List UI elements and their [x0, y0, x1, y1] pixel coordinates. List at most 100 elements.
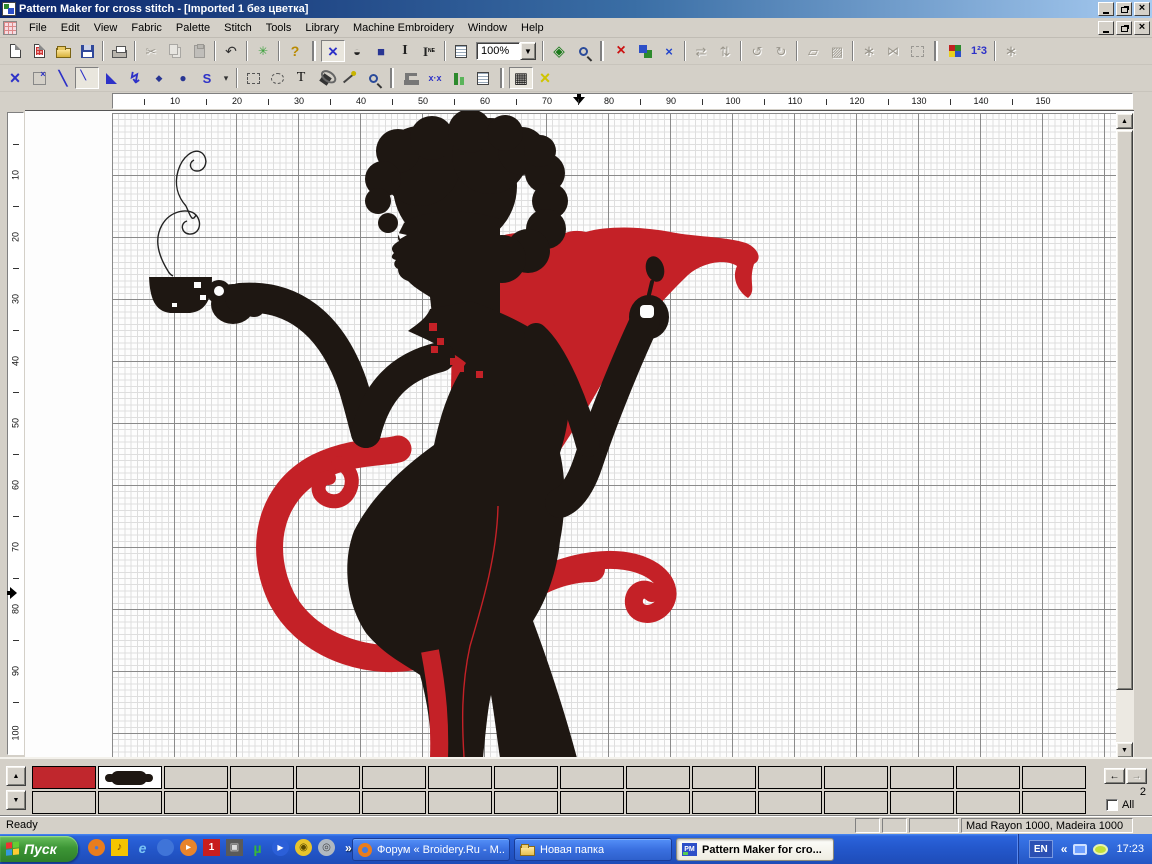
select-rectangle-button[interactable]: [241, 67, 265, 89]
palette-cell-empty[interactable]: [362, 766, 426, 789]
doc-restore-button[interactable]: [1116, 21, 1132, 35]
palette-cell-empty[interactable]: [494, 766, 558, 789]
vertical-scrollbar[interactable]: ▲ ▼: [1116, 113, 1134, 757]
menu-view[interactable]: View: [87, 20, 125, 36]
copy-button[interactable]: [163, 40, 187, 62]
symbol-numbers-button[interactable]: 1²3: [967, 40, 991, 62]
crossed-needles-button[interactable]: ×: [533, 67, 557, 89]
flip-horizontal-button[interactable]: ⇄: [689, 40, 713, 62]
fit-to-window-button[interactable]: ◈: [547, 40, 571, 62]
stitch-coordinates-button[interactable]: x·x: [423, 67, 447, 89]
firefox-icon[interactable]: ●: [88, 839, 105, 856]
import-image-button[interactable]: [27, 40, 51, 62]
remove-color-button[interactable]: ×: [657, 40, 681, 62]
palette-cell-empty[interactable]: [890, 791, 954, 814]
open-button[interactable]: [51, 40, 75, 62]
palette-cell-empty[interactable]: [692, 766, 756, 789]
palette-cell-empty[interactable]: [494, 791, 558, 814]
eraser-tool-button[interactable]: ∗: [857, 40, 881, 62]
palette-cell-empty[interactable]: [98, 791, 162, 814]
scroll-down-button[interactable]: ▼: [1116, 742, 1133, 757]
winamp-icon[interactable]: ♪: [111, 839, 128, 856]
palette-cell-empty[interactable]: [296, 766, 360, 789]
menu-library[interactable]: Library: [298, 20, 346, 36]
menu-stitch[interactable]: Stitch: [217, 20, 259, 36]
network-computer-icon[interactable]: [1073, 844, 1087, 855]
quick-launch-overflow-chevron[interactable]: »: [345, 841, 352, 855]
menu-fabric[interactable]: Fabric: [124, 20, 169, 36]
export-machine-button[interactable]: ✳: [251, 40, 275, 62]
menu-edit[interactable]: Edit: [54, 20, 87, 36]
fill-tool-button[interactable]: [313, 67, 337, 89]
full-stitch-button[interactable]: ×: [3, 67, 27, 89]
palette-cell-empty[interactable]: [890, 766, 954, 789]
shape-tool-button[interactable]: ▱: [801, 40, 825, 62]
new-pattern-button[interactable]: [3, 40, 27, 62]
palette-cell-empty[interactable]: [230, 791, 294, 814]
doc-minimize-button[interactable]: [1098, 21, 1114, 35]
palette-cell-empty[interactable]: [824, 766, 888, 789]
messenger-icon[interactable]: [157, 839, 174, 856]
palette-cell-empty[interactable]: [32, 791, 96, 814]
keeper-icon[interactable]: ◉: [295, 839, 312, 856]
zoom-tool-button[interactable]: [361, 67, 385, 89]
palette-cell-empty[interactable]: [560, 791, 624, 814]
backstitch-button[interactable]: ↯: [123, 67, 147, 89]
view-stitch-info-button[interactable]: I: [393, 40, 417, 62]
palette-scroll-up-button[interactable]: ▲: [6, 766, 26, 786]
palette-cell-empty[interactable]: [362, 791, 426, 814]
close-button[interactable]: ×: [1134, 2, 1150, 16]
petite-stitch-button[interactable]: [27, 67, 51, 89]
internet-explorer-icon[interactable]: e: [134, 839, 151, 856]
petite-bead-button[interactable]: ◆: [147, 67, 171, 89]
palette-cell-empty[interactable]: [626, 766, 690, 789]
palette-cell-empty[interactable]: [956, 791, 1020, 814]
palette-cell-empty[interactable]: [758, 766, 822, 789]
view-symbols-button[interactable]: ◒: [345, 40, 369, 62]
view-backstitch-info-button[interactable]: INE: [417, 40, 441, 62]
text-tool-button[interactable]: T: [289, 67, 313, 89]
flip-vertical-button[interactable]: ⇅: [713, 40, 737, 62]
menu-help[interactable]: Help: [514, 20, 551, 36]
palette-cell-empty[interactable]: [758, 791, 822, 814]
rotate-right-button[interactable]: ↻: [769, 40, 793, 62]
three-quarter-stitch-button[interactable]: [99, 67, 123, 89]
select-lasso-button[interactable]: [265, 67, 289, 89]
media-clip-icon[interactable]: ▣: [226, 839, 243, 856]
palette-cell-empty[interactable]: [1022, 791, 1086, 814]
palette-cell-empty[interactable]: [824, 791, 888, 814]
bead-button[interactable]: ●: [171, 67, 195, 89]
menu-tools[interactable]: Tools: [259, 20, 299, 36]
palette-cell-empty[interactable]: [692, 791, 756, 814]
messenger-tray-icon[interactable]: [1093, 844, 1108, 855]
thread-usage-button[interactable]: [447, 67, 471, 89]
task-new-folder[interactable]: Новая папка: [514, 838, 672, 861]
save-button[interactable]: [75, 40, 99, 62]
menu-file[interactable]: File: [22, 20, 54, 36]
palette-all-toggle[interactable]: All: [1106, 799, 1134, 811]
quarter-stitch-button[interactable]: [75, 67, 99, 89]
palette-cell-empty[interactable]: [164, 791, 228, 814]
scrollbar-thumb[interactable]: [1116, 130, 1133, 690]
palette-cell-empty[interactable]: [164, 766, 228, 789]
color-picker-button[interactable]: [337, 67, 361, 89]
task-broidery-forum[interactable]: Форум « Broidery.Ru - M...: [352, 838, 510, 861]
print-button[interactable]: [107, 40, 131, 62]
palette-cell-empty[interactable]: [230, 766, 294, 789]
cut-button[interactable]: ✂: [139, 40, 163, 62]
zoom-value[interactable]: 100%: [476, 42, 520, 60]
pattern-star-button[interactable]: ∗: [999, 40, 1023, 62]
webcam-icon[interactable]: ◎: [318, 839, 335, 856]
paste-button[interactable]: [187, 40, 211, 62]
menu-window[interactable]: Window: [461, 20, 514, 36]
swap-colors-button[interactable]: [633, 40, 657, 62]
zoom-level-select[interactable]: 100%▼: [476, 42, 536, 60]
scroll-up-button[interactable]: ▲: [1116, 113, 1133, 129]
restore-button[interactable]: [1116, 2, 1132, 16]
media-player-icon[interactable]: ▶: [272, 839, 289, 856]
palette-cell-empty[interactable]: [296, 791, 360, 814]
fill-shape-tool-button[interactable]: ▨: [825, 40, 849, 62]
rotate-left-button[interactable]: ↺: [745, 40, 769, 62]
utorrent-icon[interactable]: µ: [249, 839, 266, 856]
start-button[interactable]: Пуск: [0, 836, 78, 862]
